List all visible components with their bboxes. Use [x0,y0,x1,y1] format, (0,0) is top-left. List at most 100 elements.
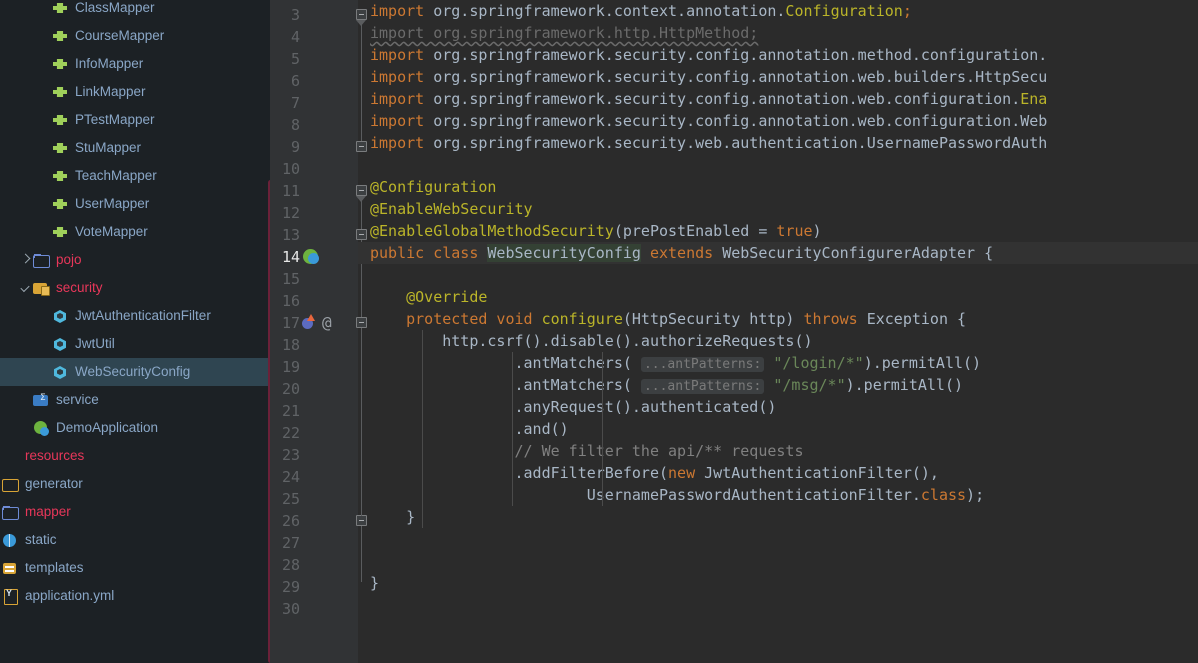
templates-icon [1,559,19,577]
mapper-icon [51,83,69,101]
tree-item-resources[interactable]: resources [0,442,270,470]
tree-item-votemapper[interactable]: VoteMapper [0,218,270,246]
code-line[interactable]: // We filter the api/** requests [358,440,1198,462]
folder-icon [1,503,19,521]
java-class-icon [51,363,69,381]
code-line[interactable]: @EnableGlobalMethodSecurity(prePostEnabl… [358,220,1198,242]
tree-item-security[interactable]: security [0,274,270,302]
mapper-icon [51,167,69,185]
code-line[interactable]: .addFilterBefore(new JwtAuthenticationFi… [358,462,1198,484]
chevron-down-icon[interactable] [19,274,32,302]
tree-item-websecurityconfig[interactable]: WebSecurityConfig [0,358,270,386]
folder-yellow-icon [1,475,19,493]
tree-item-label: UserMapper [75,196,150,211]
project-tree-panel[interactable]: ClassMapper CourseMapper InfoMapper LinkMap… [0,0,270,663]
tree-item-label: CourseMapper [75,28,165,43]
annotation-at-icon[interactable]: @ [322,312,344,334]
spring-bean-icon[interactable] [302,246,324,268]
code-line[interactable]: .anyRequest().authenticated() [358,396,1198,418]
chevron-right-icon[interactable] [19,246,32,274]
code-line[interactable]: import org.springframework.security.conf… [358,66,1198,88]
code-line[interactable]: import org.springframework.security.conf… [358,110,1198,132]
code-line[interactable]: .and() [358,418,1198,440]
tree-item-label: JwtAuthenticationFilter [75,308,211,323]
tree-item-label: PTestMapper [75,112,155,127]
code-line[interactable]: protected void configure(HttpSecurity ht… [358,308,1198,330]
tree-item-label: DemoApplication [56,420,159,435]
tree-item-label: templates [25,560,84,575]
tree-item-mapper[interactable]: mapper [0,498,270,526]
tree-item-pojo[interactable]: pojo [0,246,270,274]
mapper-icon [51,195,69,213]
tree-item-coursemapper[interactable]: CourseMapper [0,22,270,50]
tree-item-service[interactable]: service [0,386,270,414]
tree-item-stumapper[interactable]: StuMapper [0,134,270,162]
code-line[interactable] [358,264,1198,286]
code-line[interactable]: public class WebSecurityConfig extends W… [358,242,1198,264]
mapper-icon [51,0,69,17]
tree-item-templates[interactable]: templates [0,554,270,582]
spring-boot-icon [32,419,50,437]
code-line[interactable] [358,528,1198,550]
folder-icon [32,251,50,269]
code-line[interactable]: http.csrf().disable().authorizeRequests(… [358,330,1198,352]
java-class-icon [51,335,69,353]
mapper-icon [51,111,69,129]
code-line[interactable]: .antMatchers( ...antPatterns: "/login/*"… [358,352,1198,374]
tree-item-linkmapper[interactable]: LinkMapper [0,78,270,106]
code-line[interactable]: import org.springframework.context.annot… [358,0,1198,22]
globe-icon [1,531,19,549]
tree-item-demoapplication[interactable]: DemoApplication [0,414,270,442]
code-content[interactable]: import org.springframework.context.annot… [358,0,1198,663]
tree-item-jwtauthenticationfilter[interactable]: JwtAuthenticationFilter [0,302,270,330]
code-line[interactable] [358,154,1198,176]
sidebar-scrollbar[interactable] [268,180,270,663]
code-line[interactable]: } [358,572,1198,594]
code-line[interactable]: .antMatchers( ...antPatterns: "/msg/*").… [358,374,1198,396]
code-line[interactable]: UsernamePasswordAuthenticationFilter.cla… [358,484,1198,506]
tree-item-static[interactable]: static [0,526,270,554]
mapper-icon [51,139,69,157]
code-editor[interactable]: 3 4 5 6 7 8 9 10 11 12 13 14 15 16 17 18 19 20 21 22 23 24 25 2… [270,0,1198,663]
code-line[interactable]: import org.springframework.security.web.… [358,132,1198,154]
gutter-icon-column[interactable]: @ [270,0,358,663]
mapper-icon [51,27,69,45]
editor-gutter[interactable]: 3 4 5 6 7 8 9 10 11 12 13 14 15 16 17 18 19 20 21 22 23 24 25 2… [270,0,367,663]
tree-item-label: generator [25,476,83,491]
code-line[interactable]: import org.springframework.http.HttpMeth… [358,22,1198,44]
tree-icon-placeholder [1,447,19,465]
tree-item-classmapper[interactable]: ClassMapper [0,0,270,22]
tree-item-label: StuMapper [75,140,142,155]
tree-item-infomapper[interactable]: InfoMapper [0,50,270,78]
code-line[interactable]: import org.springframework.security.conf… [358,88,1198,110]
tree-item-ptestmapper[interactable]: PTestMapper [0,106,270,134]
mapper-icon [51,55,69,73]
indent-guide [512,352,513,506]
overriding-method-icon[interactable] [300,312,322,334]
tree-item-label: pojo [56,252,82,267]
tree-item-generator[interactable]: generator [0,470,270,498]
folder-secured-icon [32,279,50,297]
tree-item-label: TeachMapper [75,168,157,183]
ide-window: ClassMapper CourseMapper InfoMapper LinkMap… [0,0,1198,663]
tree-item-usermapper[interactable]: UserMapper [0,190,270,218]
tree-item-teachmapper[interactable]: TeachMapper [0,162,270,190]
tree-item-jwtutil[interactable]: JwtUtil [0,330,270,358]
code-line[interactable]: @Configuration [358,176,1198,198]
tree-item-label: mapper [25,504,71,519]
code-line[interactable]: @Override [358,286,1198,308]
code-line[interactable]: import org.springframework.security.conf… [358,44,1198,66]
code-line[interactable] [358,594,1198,616]
tree-item-application-yml[interactable]: application.yml [0,582,270,610]
code-line[interactable]: } [358,506,1198,528]
code-line[interactable]: @EnableWebSecurity [358,198,1198,220]
code-line[interactable] [358,550,1198,572]
